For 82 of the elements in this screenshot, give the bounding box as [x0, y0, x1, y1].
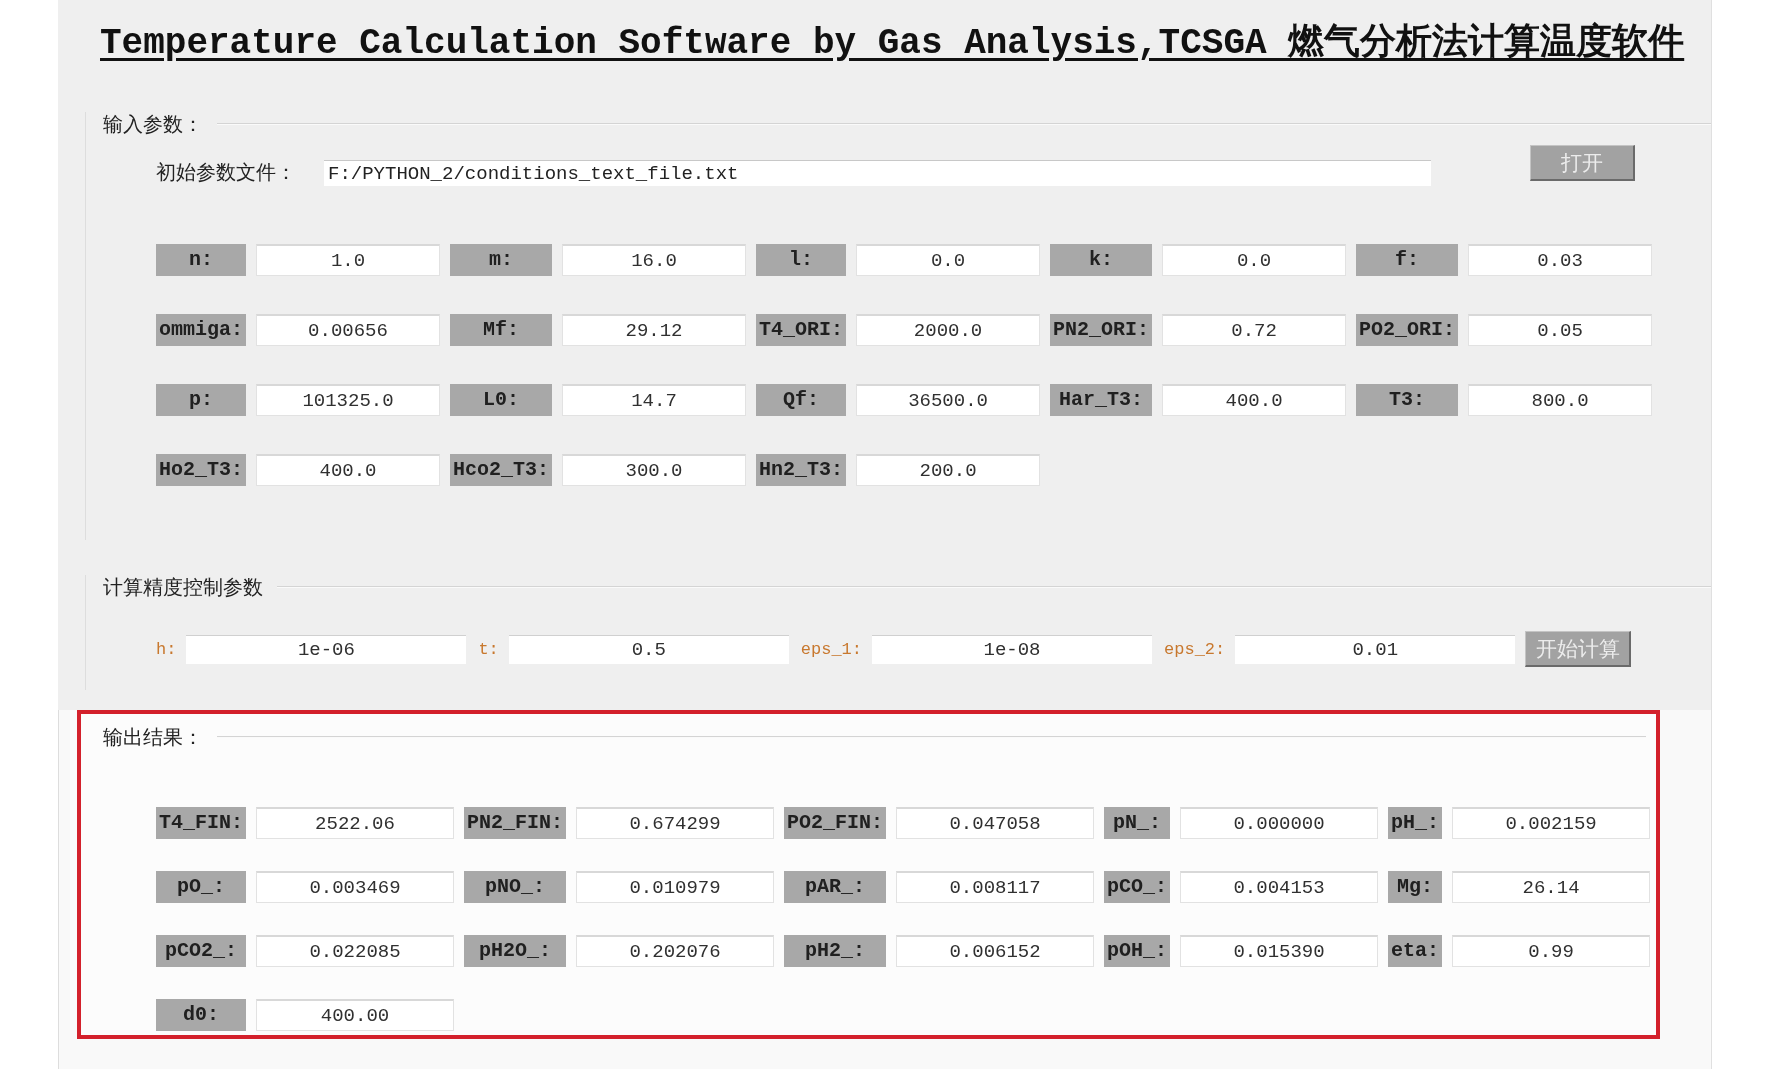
precision-label: h: — [156, 639, 177, 659]
param-field[interactable]: 2000.0 — [856, 314, 1041, 346]
param-field[interactable]: 400.0 — [256, 454, 440, 486]
param-label: n: — [156, 244, 246, 276]
param-field[interactable]: 800.0 — [1468, 384, 1653, 416]
param-label: PN2_ORI: — [1050, 314, 1153, 346]
param-label: PO2_ORI: — [1356, 314, 1459, 346]
result-label: PO2_FIN: — [784, 807, 887, 839]
result-label: pCO_: — [1104, 871, 1171, 903]
result-field[interactable]: 0.008117 — [896, 871, 1095, 903]
param-field[interactable]: 200.0 — [856, 454, 1041, 486]
result-field[interactable]: 0.002159 — [1452, 807, 1651, 839]
param-label: m: — [450, 244, 553, 276]
precision-label: eps_1: — [800, 639, 863, 659]
param-label: Qf: — [756, 384, 847, 416]
result-field[interactable]: 0.003469 — [256, 871, 454, 903]
precision-field[interactable]: 0.01 — [1235, 634, 1516, 664]
result-label: pNO_: — [464, 871, 567, 903]
result-label: pAR_: — [784, 871, 887, 903]
param-label: Hn2_T3: — [756, 454, 847, 486]
result-field[interactable]: 26.14 — [1452, 871, 1651, 903]
param-field[interactable]: 400.0 — [1162, 384, 1347, 416]
result-field[interactable]: 0.022085 — [256, 935, 454, 967]
precision-field[interactable]: 1e-08 — [872, 634, 1153, 664]
result-label: pH2_: — [784, 935, 887, 967]
param-field[interactable]: 300.0 — [562, 454, 747, 486]
result-label: pOH_: — [1104, 935, 1171, 967]
result-label: Mg: — [1388, 871, 1443, 903]
file-label: 初始参数文件： — [156, 160, 296, 185]
file-path-field[interactable]: F:/PYTHON_2/conditions_text_file.txt — [324, 160, 1431, 186]
section-legend: 输入参数： — [103, 112, 203, 136]
precision-label: t: — [478, 639, 499, 659]
param-field[interactable]: 0.0 — [1162, 244, 1347, 276]
param-label: ommiga: — [156, 314, 246, 346]
precision-field[interactable]: 0.5 — [508, 634, 789, 664]
param-field[interactable]: 1.0 — [256, 244, 440, 276]
precision-field[interactable]: 1e-06 — [186, 634, 467, 664]
param-label: Hco2_T3: — [450, 454, 553, 486]
result-label: pH_: — [1388, 807, 1443, 839]
result-field[interactable]: 400.00 — [256, 999, 454, 1031]
param-label: Har_T3: — [1050, 384, 1153, 416]
result-label: eta: — [1388, 935, 1443, 967]
param-label: Mf: — [450, 314, 553, 346]
app-title: Temperature Calculation Software by Gas Analysis,TCSGA 燃气分析法计算温度软件 — [100, 22, 1686, 66]
result-field[interactable]: 0.202076 — [576, 935, 775, 967]
param-field[interactable]: 36500.0 — [856, 384, 1041, 416]
result-label: T4_FIN: — [156, 807, 246, 839]
param-field[interactable]: 0.05 — [1468, 314, 1653, 346]
result-field[interactable]: 0.000000 — [1180, 807, 1379, 839]
param-label: k: — [1050, 244, 1153, 276]
result-field[interactable]: 0.015390 — [1180, 935, 1379, 967]
param-field[interactable]: 101325.0 — [256, 384, 440, 416]
result-label: pH2O_: — [464, 935, 567, 967]
param-field[interactable]: 0.72 — [1162, 314, 1347, 346]
result-field[interactable]: 0.006152 — [896, 935, 1095, 967]
param-field[interactable]: 29.12 — [562, 314, 747, 346]
result-field[interactable]: 2522.06 — [256, 807, 454, 839]
param-label: l: — [756, 244, 847, 276]
result-field[interactable]: 0.010979 — [576, 871, 775, 903]
result-field[interactable]: 0.004153 — [1180, 871, 1379, 903]
param-field[interactable]: 0.03 — [1468, 244, 1653, 276]
precision-label: eps_2: — [1164, 639, 1226, 659]
param-field[interactable]: 0.0 — [856, 244, 1041, 276]
section-legend: 输出结果： — [103, 725, 203, 749]
result-label: pO_: — [156, 871, 246, 903]
param-label: f: — [1356, 244, 1459, 276]
param-label: p: — [156, 384, 246, 416]
param-field[interactable]: 16.0 — [562, 244, 747, 276]
result-field[interactable]: 0.99 — [1452, 935, 1651, 967]
param-field[interactable]: 0.00656 — [256, 314, 440, 346]
section-legend: 计算精度控制参数 — [103, 575, 263, 599]
result-field[interactable]: 0.047058 — [896, 807, 1095, 839]
param-field[interactable]: 14.7 — [562, 384, 747, 416]
result-label: pCO2_: — [156, 935, 246, 967]
param-label: Ho2_T3: — [156, 454, 246, 486]
result-label: d0: — [156, 999, 246, 1031]
param-label: T3: — [1356, 384, 1459, 416]
param-label: L0: — [450, 384, 553, 416]
param-label: T4_ORI: — [756, 314, 847, 346]
result-label: PN2_FIN: — [464, 807, 567, 839]
result-label: pN_: — [1104, 807, 1171, 839]
result-field[interactable]: 0.674299 — [576, 807, 775, 839]
